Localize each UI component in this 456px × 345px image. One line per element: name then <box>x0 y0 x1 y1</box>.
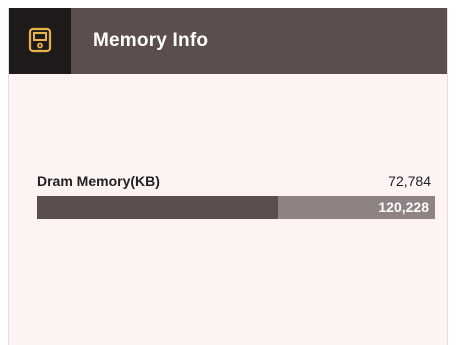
dram-memory-used-fill <box>37 196 278 219</box>
app-icon-tile <box>9 8 71 74</box>
dram-memory-total-value: 120,228 <box>378 199 429 215</box>
memory-info-screen: Memory Info Dram Memory(KB) 72,784 120,2… <box>8 8 448 345</box>
dram-memory-bar: 120,228 <box>37 196 435 219</box>
dram-memory-used-value: 72,784 <box>388 173 431 189</box>
dram-memory-label: Dram Memory(KB) <box>37 173 160 189</box>
header-bar: Memory Info <box>9 8 447 74</box>
page-title: Memory Info <box>93 30 209 51</box>
memory-card-icon <box>28 27 52 53</box>
